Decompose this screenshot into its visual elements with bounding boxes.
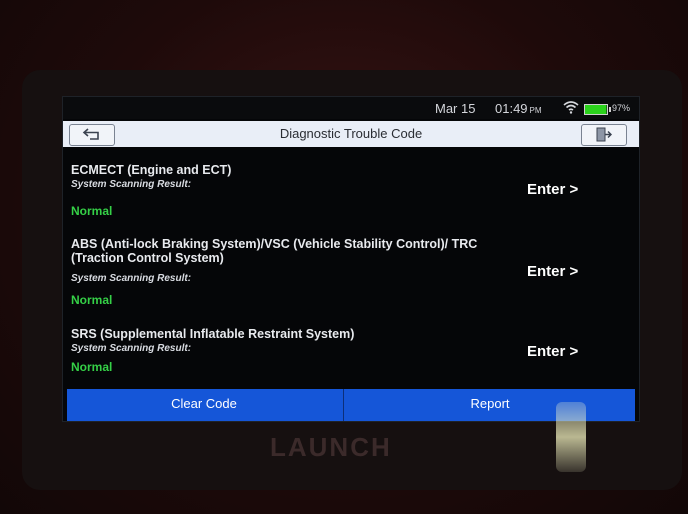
system-item-srs: SRS (Supplemental Inflatable Restraint S… [63,307,639,387]
scan-result-label: System Scanning Result: [71,273,192,284]
exit-icon [596,127,612,142]
clear-code-button[interactable]: Clear Code [67,389,341,421]
status-time-value: 01:49 [495,101,528,116]
scan-result-status: Normal [71,360,113,374]
system-name: ECMECT (Engine and ECT) [71,163,232,177]
page-title: Diagnostic Trouble Code [279,126,423,141]
status-bar: Mar 15 01:49 PM 97% [63,97,639,119]
wifi-icon [563,101,579,114]
status-ampm: PM [529,106,542,115]
status-time: 01:49 PM [495,101,542,116]
status-date: Mar 15 [435,101,476,116]
exit-button[interactable] [581,124,627,146]
scan-result-status: Normal [71,293,113,307]
enter-button-abs-vsc-trc[interactable]: Enter > [527,263,578,280]
title-bar: Diagnostic Trouble Code [63,121,639,147]
brand-logo: LAUNCH [270,432,392,462]
enter-button-srs[interactable]: Enter > [527,343,578,360]
light-glare [556,402,586,472]
system-item-abs-vsc-trc: ABS (Anti-lock Braking System)/VSC (Vehi… [63,221,639,307]
bottom-action-bar: Clear Code Report [67,389,635,421]
report-button[interactable]: Report [343,389,636,421]
battery-icon [584,104,611,115]
system-item-ecmect: ECMECT (Engine and ECT) System Scanning … [63,149,639,221]
scan-result-label: System Scanning Result: [71,343,192,354]
system-name: ABS (Anti-lock Braking System)/VSC (Vehi… [71,237,478,265]
scan-result-status: Normal [71,204,113,218]
system-name: SRS (Supplemental Inflatable Restraint S… [71,327,355,341]
battery-percent: 97% [612,103,631,113]
scan-result-label: System Scanning Result: [71,179,192,190]
device-screen: Mar 15 01:49 PM 97% Diagnostic Trouble Co… [62,96,640,422]
enter-button-ecmect[interactable]: Enter > [527,181,578,198]
